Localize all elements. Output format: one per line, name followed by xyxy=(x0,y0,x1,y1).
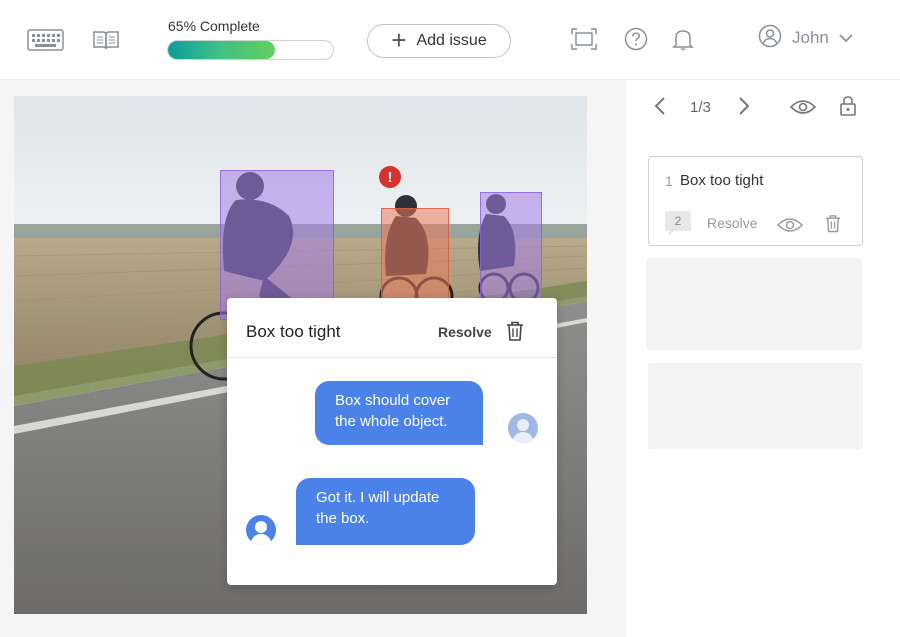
user-avatar-icon xyxy=(758,24,782,53)
eye-icon[interactable] xyxy=(776,216,804,239)
book-icon[interactable] xyxy=(92,28,120,52)
fit-screen-icon[interactable] xyxy=(571,27,597,51)
lock-icon[interactable] xyxy=(839,95,857,122)
chevron-right-icon[interactable] xyxy=(738,96,750,121)
message-text-line: the box. xyxy=(316,510,370,527)
annotation-app: 65% Complete + Add issue John ! Box too … xyxy=(0,0,900,637)
message-text-line: Got it. I will update xyxy=(316,489,440,506)
plus-icon: + xyxy=(391,25,407,55)
message-text-line: Box should cover xyxy=(335,392,451,409)
comment-popup: Box too tight Resolve Box should cover t… xyxy=(227,298,557,585)
message-bubble-annotator: Got it. I will update the box. xyxy=(296,478,475,545)
user-menu[interactable]: John xyxy=(758,24,853,52)
comment-popup-header: Box too tight Resolve xyxy=(227,298,557,358)
trash-icon[interactable] xyxy=(506,321,524,341)
resolve-button[interactable]: Resolve xyxy=(438,324,492,340)
comment-count-badge: 2 xyxy=(665,211,691,236)
keyboard-icon[interactable] xyxy=(27,28,64,52)
add-issue-button[interactable]: + Add issue xyxy=(367,24,511,58)
comment-popup-title: Box too tight xyxy=(246,322,341,341)
message-bubble-reviewer: Box should cover the whole object. xyxy=(315,381,483,445)
bounding-box-cyclist-middle[interactable] xyxy=(381,208,449,308)
issue-card-placeholder xyxy=(648,363,863,449)
message-text-line: the whole object. xyxy=(335,413,448,430)
issue-card[interactable]: 1 Box too tight 2 Resolve xyxy=(648,156,863,246)
chevron-down-icon xyxy=(839,28,853,48)
notification-bell-icon[interactable] xyxy=(672,27,694,51)
progress-label: 65% Complete xyxy=(168,18,260,34)
user-name: John xyxy=(792,28,829,47)
issue-resolve-button[interactable]: Resolve xyxy=(707,215,758,231)
issue-pager: 1/3 xyxy=(626,96,900,120)
annotator-avatar xyxy=(246,515,276,545)
issue-number: 1 xyxy=(665,173,673,189)
chevron-left-icon[interactable] xyxy=(654,96,666,121)
progress-bar-fill xyxy=(168,41,276,59)
help-icon[interactable] xyxy=(624,27,648,51)
top-toolbar: 65% Complete + Add issue John xyxy=(0,0,900,80)
issue-card-placeholder xyxy=(646,258,862,350)
issues-panel: 1/3 1 Box too tight 2 Resolve xyxy=(626,80,900,637)
eye-icon[interactable] xyxy=(789,98,817,121)
pager-count: 1/3 xyxy=(690,99,711,116)
progress-bar xyxy=(167,40,334,60)
reviewer-avatar xyxy=(508,413,538,443)
bounding-box-cyclist-right[interactable] xyxy=(480,192,542,302)
add-issue-label: Add issue xyxy=(416,32,487,49)
issue-alert-icon[interactable]: ! xyxy=(379,166,401,188)
issue-title: Box too tight xyxy=(680,172,764,189)
trash-icon[interactable] xyxy=(825,214,841,238)
